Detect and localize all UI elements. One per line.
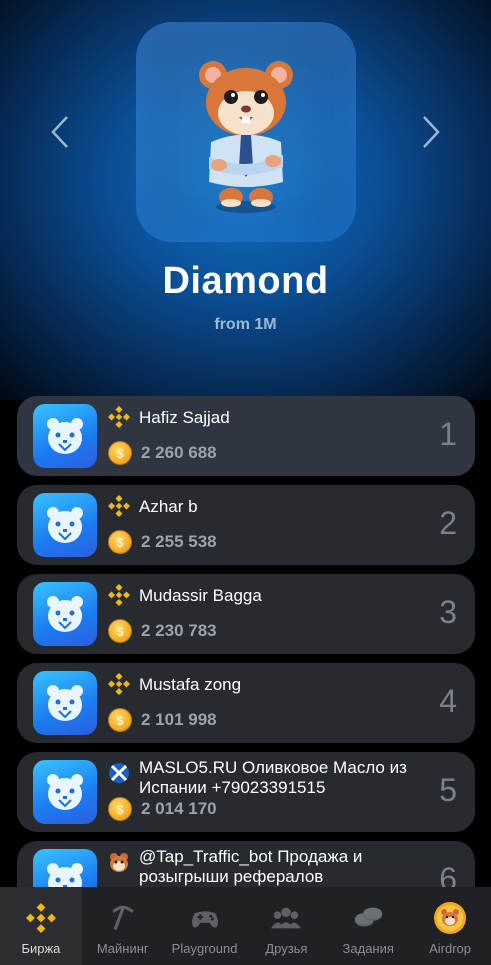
nav-friends[interactable]: Друзья [245,887,327,965]
league-hero: Diamond from 1M [0,0,491,400]
nav-label: Майнинг [96,941,149,956]
player-name: Hafiz Sajjad [139,408,230,427]
player-name: @Tap_Traffic_bot Продажа и розыгрыши реф… [139,847,363,886]
coin-icon: $ [108,441,132,465]
leaderboard-row[interactable]: Mustafa zong $ 2 101 998 4 [17,663,475,743]
chevron-left-icon [51,116,68,148]
player-score: 2 101 998 [141,710,217,729]
nav-label: Задания [342,941,394,956]
league-title: Diamond [162,260,329,302]
avatar [33,760,97,824]
coin-icon: $ [108,797,132,821]
binance-badge-icon [108,673,130,695]
player-name: Mustafa zong [139,675,242,694]
nav-exchange[interactable]: Биржа [0,887,82,965]
player-score: 2 230 783 [141,621,217,640]
leaderboard-row[interactable]: Azhar b $ 2 255 538 2 [17,485,475,565]
coin-icon: $ [108,619,132,643]
pickaxe-icon [106,901,140,935]
player-rank: 1 [439,416,457,452]
player-score: 2 255 538 [141,532,217,551]
hamster-badge-icon [108,851,130,873]
gamepad-icon [188,901,222,935]
hamster-avatar-icon [47,596,83,632]
player-name: Mudassir Bagga [139,586,262,605]
nav-label: Биржа [21,941,61,956]
avatar [33,493,97,557]
coin-icon: $ [108,708,132,732]
nav-airdrop[interactable]: Airdrop [409,887,491,965]
friends-icon [269,901,303,935]
hamster-character-icon [199,61,293,213]
nav-label: Друзья [265,941,308,956]
league-threshold: from 1M [214,316,277,333]
leaderboard-row[interactable]: Hafiz Sajjad $ 2 260 688 1 [17,396,475,476]
player-name: MASLO5.RU Оливковое Масло из Испании +79… [139,758,407,797]
avatar [33,404,97,468]
coin-icon: $ [108,530,132,554]
nav-playground[interactable]: Playground [164,887,246,965]
leaderboard-row[interactable]: MASLO5.RU Оливковое Масло из Испании +79… [17,752,475,832]
hamster-avatar-icon [47,685,83,721]
hamster-coin-icon [433,901,467,935]
player-rank: 3 [439,594,457,630]
hamster-avatar-icon [47,418,83,454]
previous-league-button[interactable] [40,112,80,152]
player-name: Azhar b [139,497,198,516]
hamster-avatar-icon [47,774,83,810]
nav-label: Playground [171,941,238,956]
binance-badge-icon [108,584,130,606]
next-league-button[interactable] [411,112,451,152]
player-rank: 4 [439,683,457,719]
nav-tasks[interactable]: Задания [327,887,409,965]
leaderboard-row[interactable]: Mudassir Bagga $ 2 230 783 3 [17,574,475,654]
binance-badge-icon [108,495,130,517]
nav-label: Airdrop [429,941,472,956]
binance-badge-icon [108,406,130,428]
chevron-right-icon [423,116,440,148]
avatar [33,671,97,735]
coins-icon [351,901,385,935]
scotland-flag-icon [108,762,130,784]
player-score: 2 014 170 [141,799,217,818]
avatar [33,582,97,646]
leaderboard-list: Hafiz Sajjad $ 2 260 688 1 Azhar b $ 2 2… [17,396,475,930]
bottom-navigation: Биржа Майнинг Playground Друзья Задания … [0,887,491,965]
nav-mining[interactable]: Майнинг [82,887,164,965]
binance-icon [24,901,58,935]
player-rank: 2 [439,505,457,541]
player-score: 2 260 688 [141,443,217,462]
league-character-card [136,22,356,242]
player-rank: 5 [439,772,457,808]
hamster-avatar-icon [47,507,83,543]
